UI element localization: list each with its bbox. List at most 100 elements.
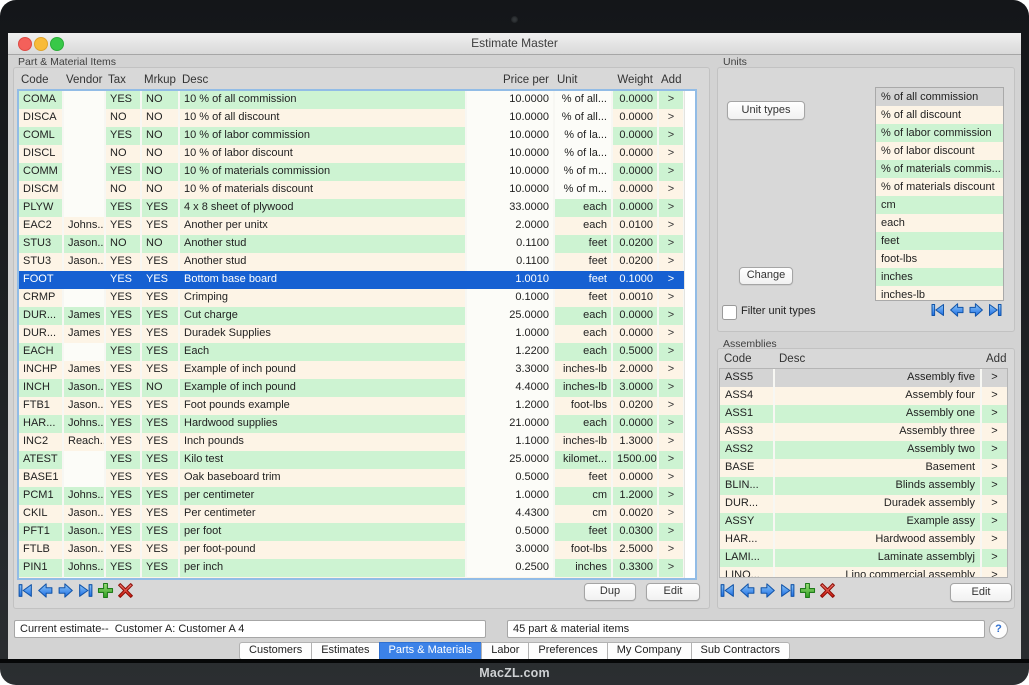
- last-record-icon[interactable]: [987, 302, 1003, 318]
- prev-record-icon[interactable]: [949, 302, 965, 318]
- table-row[interactable]: CRMPYESYESCrimping0.1000feet0.0010>: [19, 289, 685, 307]
- tab-my-company[interactable]: My Company: [607, 642, 692, 660]
- add-record-icon[interactable]: [799, 582, 816, 599]
- table-row[interactable]: PLYWYESYES4 x 8 sheet of plywood33.0000e…: [19, 199, 685, 217]
- cell-add[interactable]: >: [659, 271, 685, 289]
- unit-list-item[interactable]: % of materials discount: [876, 178, 1003, 196]
- unit-list-item[interactable]: % of all discount: [876, 106, 1003, 124]
- table-row[interactable]: PIN1Johns...YESYESper inch0.2500inches0.…: [19, 559, 685, 577]
- table-row[interactable]: ATESTYESYESKilo test25.0000kilomet...150…: [19, 451, 685, 469]
- filter-unit-types-checkbox[interactable]: [722, 305, 737, 320]
- table-row[interactable]: COMLYESNO10 % of labor commission10.0000…: [19, 127, 685, 145]
- cell-add[interactable]: >: [659, 379, 685, 397]
- table-row[interactable]: STU3Jason...YESYESAnother stud0.1100feet…: [19, 253, 685, 271]
- cell-add[interactable]: >: [659, 343, 685, 361]
- last-record-icon[interactable]: [77, 582, 94, 599]
- unit-list-item[interactable]: % of materials commis...: [876, 160, 1003, 178]
- tab-estimates[interactable]: Estimates: [311, 642, 379, 660]
- cell-add[interactable]: >: [659, 307, 685, 325]
- delete-record-icon[interactable]: [117, 582, 134, 599]
- cell-add[interactable]: >: [659, 469, 685, 487]
- first-record-icon[interactable]: [930, 302, 946, 318]
- prev-record-icon[interactable]: [37, 582, 54, 599]
- table-row[interactable]: COMAYESNO10 % of all commission10.0000% …: [19, 91, 685, 109]
- assembly-cell-add[interactable]: >: [982, 441, 1008, 459]
- table-row[interactable]: EACHYESYESEach1.2200each0.5000>: [19, 343, 685, 361]
- assembly-row[interactable]: ASS5Assembly five>: [720, 369, 1007, 387]
- cell-add[interactable]: >: [659, 163, 685, 181]
- assembly-cell-add[interactable]: >: [982, 549, 1008, 567]
- prev-record-icon[interactable]: [739, 582, 756, 599]
- unit-list-item[interactable]: inches-lb: [876, 286, 1003, 301]
- tab-sub-contractors[interactable]: Sub Contractors: [691, 642, 790, 660]
- unit-list-item[interactable]: % of labor discount: [876, 142, 1003, 160]
- table-row[interactable]: PINO...: [19, 577, 685, 580]
- unit-list-item[interactable]: feet: [876, 232, 1003, 250]
- next-record-icon[interactable]: [57, 582, 74, 599]
- cell-add[interactable]: >: [659, 523, 685, 541]
- table-row[interactable]: STU3Jason...NONOAnother stud0.1100feet0.…: [19, 235, 685, 253]
- table-row[interactable]: CKILJason...YESYESPer centimeter4.4300cm…: [19, 505, 685, 523]
- table-row[interactable]: FTB1Jason...YESYESFoot pounds example1.2…: [19, 397, 685, 415]
- unit-list-item[interactable]: % of all commission: [876, 88, 1003, 106]
- first-record-icon[interactable]: [719, 582, 736, 599]
- tab-parts-materials[interactable]: Parts & Materials: [379, 642, 483, 660]
- cell-add[interactable]: >: [659, 145, 685, 163]
- parts-table-scrollbar[interactable]: [684, 91, 695, 578]
- table-row[interactable]: INCHJason...YESNOExample of inch pound4.…: [19, 379, 685, 397]
- unit-list-item[interactable]: % of labor commission: [876, 124, 1003, 142]
- assembly-cell-add[interactable]: >: [982, 459, 1008, 477]
- table-row[interactable]: HAR...Johns...YESYESHardwood supplies21.…: [19, 415, 685, 433]
- assembly-cell-add[interactable]: >: [982, 567, 1008, 578]
- cell-add[interactable]: >: [659, 181, 685, 199]
- assembly-cell-add[interactable]: >: [982, 387, 1008, 405]
- last-record-icon[interactable]: [779, 582, 796, 599]
- unit-list-item[interactable]: cm: [876, 196, 1003, 214]
- assembly-cell-add[interactable]: >: [982, 423, 1008, 441]
- assembly-cell-add[interactable]: >: [982, 369, 1008, 387]
- assembly-row[interactable]: DUR...Duradek assembly>: [720, 495, 1007, 513]
- assembly-cell-add[interactable]: >: [982, 495, 1008, 513]
- unit-types-button[interactable]: Unit types: [727, 101, 805, 120]
- tab-labor[interactable]: Labor: [481, 642, 529, 660]
- unit-list-item[interactable]: inches: [876, 268, 1003, 286]
- assemblies-edit-button[interactable]: Edit: [950, 583, 1012, 602]
- table-row[interactable]: FOOTYESYESBottom base board1.0010feet0.1…: [19, 271, 685, 289]
- help-button[interactable]: ?: [989, 620, 1008, 639]
- cell-add[interactable]: >: [659, 397, 685, 415]
- assembly-row[interactable]: ASS1Assembly one>: [720, 405, 1007, 423]
- next-record-icon[interactable]: [759, 582, 776, 599]
- cell-add[interactable]: >: [659, 91, 685, 109]
- table-row[interactable]: EAC2Johns...YESYESAnother per unitx2.000…: [19, 217, 685, 235]
- parts-edit-button[interactable]: Edit: [646, 583, 700, 601]
- table-row[interactable]: PCM1Johns...YESYESper centimeter1.0000cm…: [19, 487, 685, 505]
- delete-record-icon[interactable]: [819, 582, 836, 599]
- assembly-cell-add[interactable]: >: [982, 477, 1008, 495]
- cell-add[interactable]: >: [659, 109, 685, 127]
- cell-add[interactable]: >: [659, 415, 685, 433]
- cell-add[interactable]: >: [659, 541, 685, 559]
- next-record-icon[interactable]: [968, 302, 984, 318]
- cell-add[interactable]: >: [659, 127, 685, 145]
- assembly-cell-add[interactable]: >: [982, 513, 1008, 531]
- assembly-row[interactable]: ASS2Assembly two>: [720, 441, 1007, 459]
- table-row[interactable]: DUR...JamesYESYESCut charge25.0000each0.…: [19, 307, 685, 325]
- table-row[interactable]: DUR...JamesYESYESDuradek Supplies1.0000e…: [19, 325, 685, 343]
- assembly-row[interactable]: ASS4Assembly four>: [720, 387, 1007, 405]
- cell-add[interactable]: >: [659, 451, 685, 469]
- table-row[interactable]: PFT1Jason...YESYESper foot0.5000feet0.03…: [19, 523, 685, 541]
- unit-list-item[interactable]: each: [876, 214, 1003, 232]
- add-record-icon[interactable]: [97, 582, 114, 599]
- cell-add[interactable]: >: [659, 253, 685, 271]
- assembly-row[interactable]: LAMI...Laminate assemblyj>: [720, 549, 1007, 567]
- first-record-icon[interactable]: [17, 582, 34, 599]
- assembly-cell-add[interactable]: >: [982, 531, 1008, 549]
- tab-preferences[interactable]: Preferences: [528, 642, 607, 660]
- assembly-row[interactable]: BASEBasement>: [720, 459, 1007, 477]
- cell-add[interactable]: >: [659, 559, 685, 577]
- cell-add[interactable]: [659, 577, 685, 580]
- table-row[interactable]: DISCLNONO10 % of labor discount10.0000% …: [19, 145, 685, 163]
- cell-add[interactable]: >: [659, 199, 685, 217]
- cell-add[interactable]: >: [659, 487, 685, 505]
- assembly-row[interactable]: BLIN...Blinds assembly>: [720, 477, 1007, 495]
